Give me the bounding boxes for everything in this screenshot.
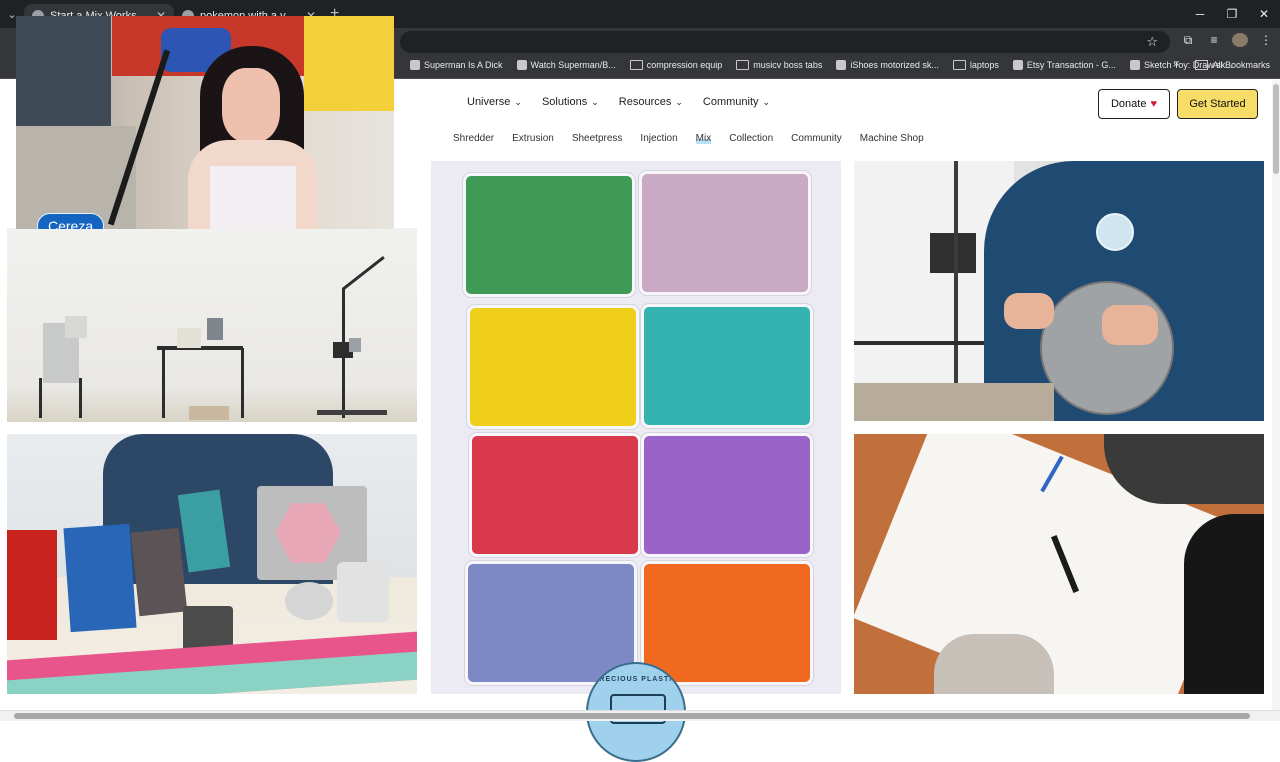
workspace-subnav: Shredder Extrusion Sheetpress Injection Mix C… bbox=[453, 133, 924, 144]
bookmark-label: Etsy Transaction - G... bbox=[1026, 60, 1116, 70]
vertical-scrollbar[interactable] bbox=[1272, 80, 1280, 710]
chevron-down-icon: ⌄ bbox=[675, 96, 683, 107]
window-controls: ─ ❐ ✕ bbox=[1184, 7, 1280, 21]
subnav-item-sheetpress[interactable]: Sheetpress bbox=[572, 133, 623, 144]
bookmark-item[interactable]: Etsy Transaction - G... bbox=[1012, 60, 1116, 70]
bookmark-item[interactable]: musicv boss tabs bbox=[736, 60, 822, 70]
teal-flakes-bin bbox=[641, 304, 813, 428]
profile-avatar[interactable] bbox=[1232, 33, 1248, 50]
favicon-icon bbox=[836, 60, 847, 70]
nav-label: Resources bbox=[618, 96, 672, 108]
bookmark-item[interactable]: compression equip bbox=[629, 60, 723, 70]
subnav-item-injection[interactable]: Injection bbox=[640, 133, 677, 144]
bookmark-label: laptops bbox=[969, 60, 999, 70]
address-bar[interactable]: ☆ bbox=[400, 31, 1170, 53]
bookmark-label: compression equip bbox=[646, 60, 723, 70]
nav-label: Solutions bbox=[541, 96, 588, 108]
heart-icon: ♥ bbox=[1150, 98, 1157, 110]
bookmark-label: Watch Superman/B... bbox=[530, 60, 616, 70]
streamer-name-badge: Cereza bbox=[37, 213, 105, 229]
orange-flakes-bin bbox=[641, 561, 813, 685]
all-bookmarks-label: All Bookmarks bbox=[1212, 60, 1270, 70]
chevron-down-icon: ⌄ bbox=[762, 96, 771, 107]
subnav-item-machine-shop[interactable]: Machine Shop bbox=[860, 133, 924, 144]
bookmarks-overflow-icon[interactable]: » bbox=[1173, 59, 1179, 70]
subnav-item-mix[interactable]: Mix bbox=[695, 133, 712, 144]
chevron-down-icon: ⌄ bbox=[591, 96, 599, 107]
favicon-icon bbox=[1012, 60, 1023, 70]
shredded-plastic-bins-photo bbox=[431, 161, 841, 694]
mixed-flakes-bin bbox=[639, 171, 811, 295]
worker-assembling-machine-photo bbox=[854, 161, 1264, 421]
subnav-item-shredder[interactable]: Shredder bbox=[453, 133, 494, 144]
folder-icon bbox=[736, 60, 750, 70]
logo-text: PRECIOUS PLASTIC bbox=[593, 676, 679, 683]
donate-button[interactable]: Donate ♥ bbox=[1098, 89, 1170, 119]
bookmark-item[interactable]: Superman Is A Dick bbox=[410, 60, 503, 70]
nav-resources[interactable]: Resources ⌄ bbox=[619, 96, 683, 108]
bookmark-item[interactable]: iShoes motorized sk... bbox=[836, 60, 939, 70]
folder-icon bbox=[629, 60, 643, 70]
bookmark-label: iShoes motorized sk... bbox=[850, 60, 939, 70]
purple-flakes-bin bbox=[641, 433, 813, 557]
toolbar-icons: ⧉ ≡ ⋮ bbox=[1180, 33, 1274, 50]
site-nav: Universe ⌄ Solutions ⌄ Resources ⌄ Communit… bbox=[467, 96, 770, 108]
nav-label: Universe bbox=[467, 96, 511, 108]
bookmark-item[interactable]: Watch Superman/B... bbox=[516, 60, 616, 70]
media-icon[interactable]: ≡ bbox=[1206, 33, 1222, 50]
red-flakes-bin bbox=[469, 433, 641, 557]
subnav-item-collection[interactable]: Collection bbox=[729, 133, 773, 144]
webcam-overlay: Cereza bbox=[16, 16, 394, 229]
multicolor-flakes-bin bbox=[465, 561, 637, 685]
maximize-icon[interactable]: ❐ bbox=[1216, 7, 1248, 21]
folder-icon bbox=[952, 60, 966, 70]
get-started-button[interactable]: Get Started bbox=[1177, 89, 1258, 119]
nav-label: Community bbox=[702, 96, 759, 108]
donate-label: Donate bbox=[1110, 98, 1147, 110]
nav-solutions[interactable]: Solutions ⌄ bbox=[542, 96, 599, 108]
machines-photo bbox=[7, 228, 417, 422]
subnav-item-community[interactable]: Community bbox=[791, 133, 842, 144]
horizontal-scrollbar[interactable] bbox=[0, 710, 1280, 721]
bookmark-star-icon[interactable]: ☆ bbox=[1146, 34, 1158, 50]
minimize-icon[interactable]: ─ bbox=[1184, 7, 1216, 21]
subnav-item-extrusion[interactable]: Extrusion bbox=[512, 133, 554, 144]
get-started-label: Get Started bbox=[1189, 98, 1246, 110]
all-bookmarks[interactable]: All Bookmarks bbox=[1195, 60, 1270, 70]
planning-worksheet-photo bbox=[854, 434, 1264, 694]
favicon-icon bbox=[516, 60, 527, 70]
folder-icon bbox=[1195, 60, 1209, 70]
yellow-flakes-bin bbox=[467, 305, 639, 429]
favicon-icon bbox=[1129, 60, 1140, 70]
bookmark-label: musicv boss tabs bbox=[753, 60, 823, 70]
recycled-samples-photo bbox=[7, 434, 417, 694]
green-flakes-bin bbox=[463, 173, 635, 297]
bookmark-label: Superman Is A Dick bbox=[424, 60, 503, 70]
favicon-icon bbox=[410, 60, 420, 70]
menu-icon[interactable]: ⋮ bbox=[1258, 33, 1274, 50]
bookmark-item[interactable]: laptops bbox=[952, 60, 999, 70]
nav-community[interactable]: Community ⌄ bbox=[703, 96, 770, 108]
chevron-down-icon: ⌄ bbox=[514, 96, 522, 107]
streamer-name: Cereza bbox=[48, 218, 94, 229]
scrollbar-thumb[interactable] bbox=[1273, 84, 1279, 174]
bookmarks-list: Superman Is A Dick Watch Superman/B... com… bbox=[410, 60, 1233, 70]
close-window-icon[interactable]: ✕ bbox=[1248, 7, 1280, 21]
extensions-icon[interactable]: ⧉ bbox=[1180, 33, 1196, 50]
nav-universe[interactable]: Universe ⌄ bbox=[467, 96, 522, 108]
scrollbar-thumb[interactable] bbox=[14, 713, 1250, 719]
